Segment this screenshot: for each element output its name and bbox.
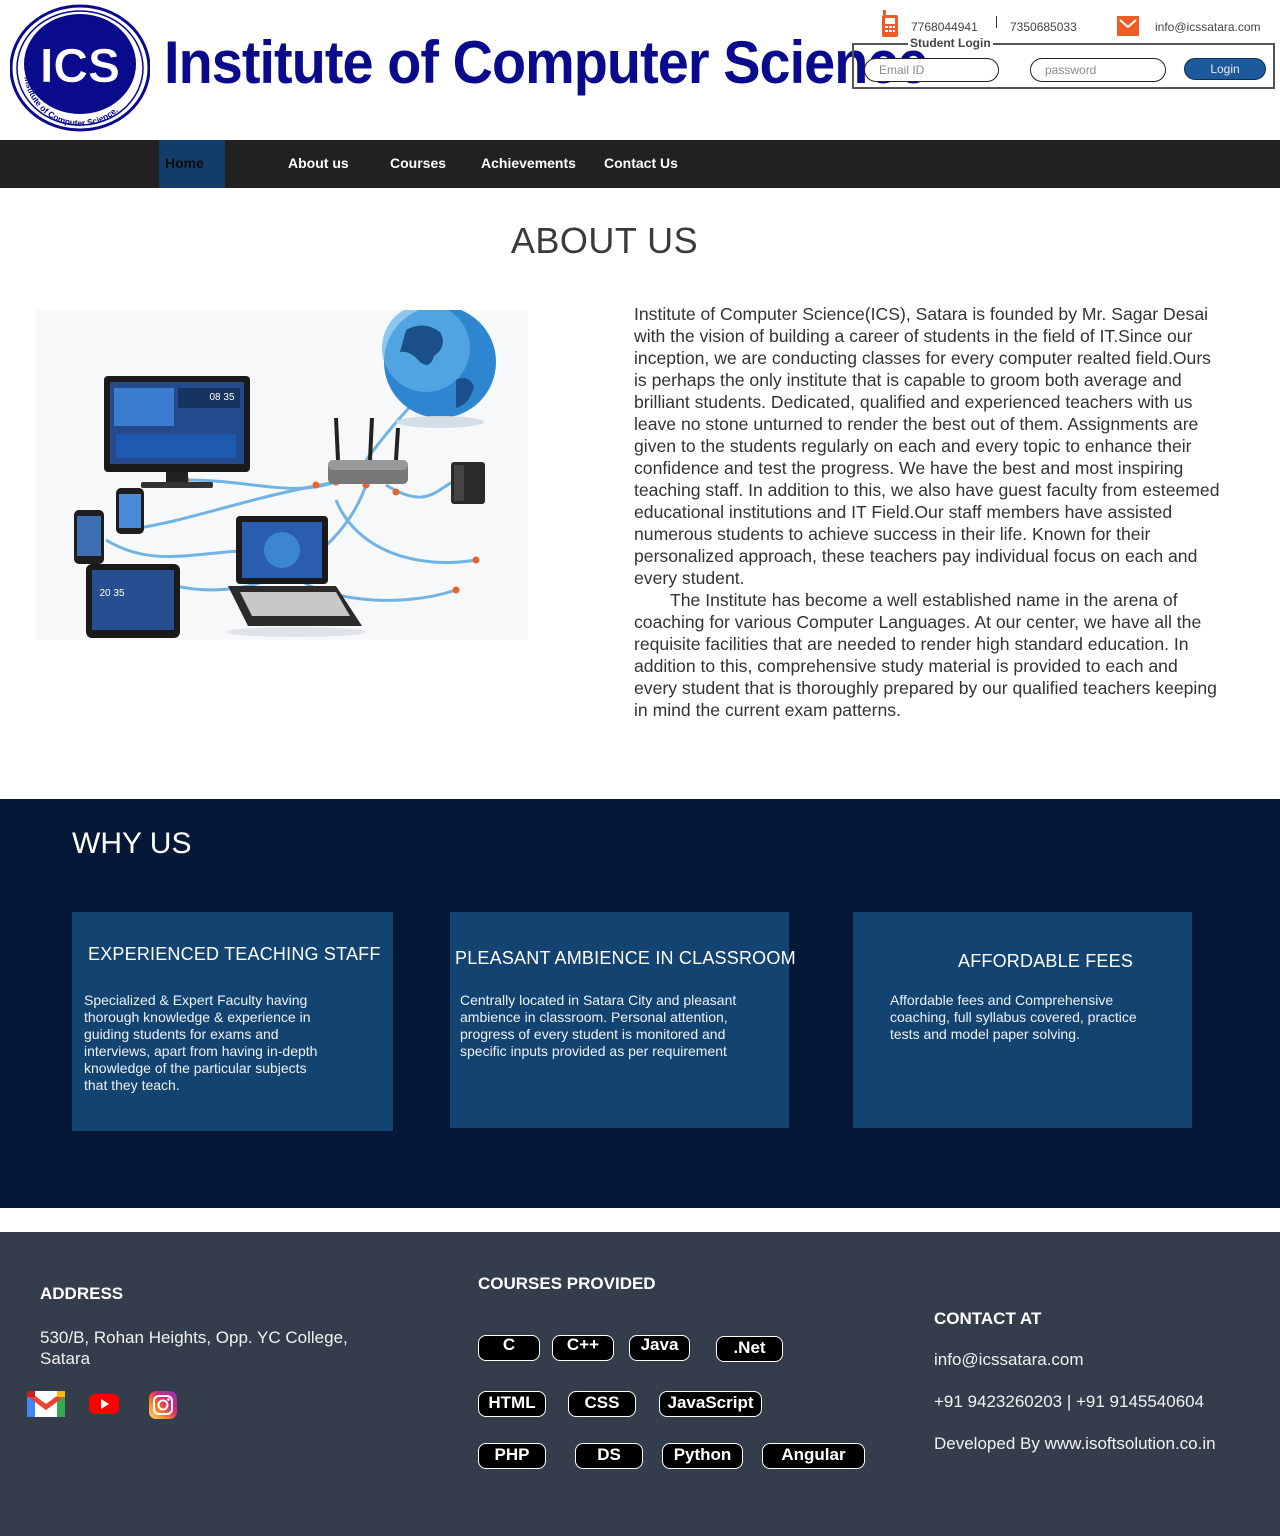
about-title: ABOUT US <box>510 220 699 261</box>
mail-icon <box>1117 16 1139 36</box>
course-pill-java[interactable]: Java <box>629 1335 690 1361</box>
site-header: ICS Institute of Computer Science. Insti… <box>0 0 1280 140</box>
nav-achievements[interactable]: Achievements <box>481 140 576 188</box>
about-paragraph-2: The Institute has become a well establis… <box>634 589 1222 721</box>
course-pill-dotnet[interactable]: .Net <box>716 1336 783 1362</box>
course-pill-php[interactable]: PHP <box>478 1443 546 1469</box>
phone-icon <box>882 10 898 37</box>
network-devices-image: 08 35 20 35 <box>36 310 528 640</box>
course-pill-c[interactable]: C <box>478 1335 540 1361</box>
youtube-icon[interactable] <box>89 1391 119 1417</box>
image-monitor-clock: 08 35 <box>209 392 234 403</box>
about-paragraph-1: Institute of Computer Science(ICS), Sata… <box>634 304 1220 588</box>
address-text: 530/B, Rohan Heights, Opp. YC College, S… <box>40 1328 348 1368</box>
developed-by[interactable]: Developed By www.isoftsolution.co.in <box>934 1434 1216 1454</box>
email-id-input[interactable] <box>864 58 999 82</box>
nav-contact-us[interactable]: Contact Us <box>604 140 678 188</box>
nav-about-us[interactable]: About us <box>288 140 349 188</box>
phone-number-2: 7350685033 <box>1010 20 1077 34</box>
courses-heading: COURSES PROVIDED <box>478 1274 656 1293</box>
course-pill-ds[interactable]: DS <box>575 1443 643 1469</box>
student-login-legend: Student Login <box>908 36 993 50</box>
password-input[interactable] <box>1030 58 1166 82</box>
about-text: Institute of Computer Science(ICS), Sata… <box>634 303 1222 721</box>
contact-heading: CONTACT AT <box>934 1309 1042 1328</box>
course-pill-angular[interactable]: Angular <box>762 1443 865 1469</box>
contact-phones: +91 9423260203 | +91 9145540604 <box>934 1392 1205 1411</box>
header-email[interactable]: info@icssatara.com <box>1155 20 1261 34</box>
why-card-teaching-staff: EXPERIENCED TEACHING STAFF Specialized &… <box>72 912 393 1131</box>
address-heading: ADDRESS <box>40 1284 124 1303</box>
why-us-section: WHY US EXPERIENCED TEACHING STAFF Specia… <box>0 799 1280 1208</box>
site-title: Institute of Computer Science <box>164 29 929 96</box>
course-pill-python[interactable]: Python <box>662 1443 743 1469</box>
phone-separator <box>996 16 997 28</box>
why-card-text: Centrally located in Satara City and ple… <box>460 992 737 1059</box>
main-nav: Home About us Courses Achievements Conta… <box>0 140 1280 188</box>
phone-number-1: 7768044941 <box>911 20 978 34</box>
course-pill-cpp[interactable]: C++ <box>552 1335 614 1361</box>
contact-email[interactable]: info@icssatara.com <box>934 1350 1084 1370</box>
ics-logo[interactable]: ICS Institute of Computer Science. <box>10 4 150 136</box>
page: ICS Institute of Computer Science. Insti… <box>0 0 1280 1536</box>
why-card-affordable-fees: AFFORDABLE FEES Affordable fees and Comp… <box>853 912 1192 1128</box>
course-pill-javascript[interactable]: JavaScript <box>659 1391 762 1417</box>
why-card-title: AFFORDABLE FEES <box>958 951 1134 971</box>
course-pill-css[interactable]: CSS <box>568 1391 636 1417</box>
gmail-icon[interactable] <box>27 1391 65 1417</box>
why-card-title: PLEASANT AMBIENCE IN CLASSROOM <box>455 948 796 968</box>
about-paragraph-2-text: The Institute has become a well establis… <box>634 590 1217 720</box>
logo-text: ICS <box>40 40 120 93</box>
nav-courses[interactable]: Courses <box>390 140 446 188</box>
site-footer: ADDRESS 530/B, Rohan Heights, Opp. YC Co… <box>0 1232 1280 1536</box>
why-card-title: EXPERIENCED TEACHING STAFF <box>88 944 381 964</box>
why-card-ambience: PLEASANT AMBIENCE IN CLASSROOM Centrally… <box>450 912 796 1128</box>
instagram-icon[interactable] <box>149 1391 177 1419</box>
image-tablet-clock: 20 35 <box>99 588 124 599</box>
login-button[interactable]: Login <box>1184 58 1266 80</box>
why-us-title: WHY US <box>72 827 192 860</box>
why-card-text: Specialized & Expert Faculty having thor… <box>84 992 318 1093</box>
course-pill-html[interactable]: HTML <box>478 1391 546 1417</box>
nav-home[interactable]: Home <box>159 140 225 188</box>
why-card-text: Affordable fees and Comprehensive coachi… <box>890 992 1137 1042</box>
